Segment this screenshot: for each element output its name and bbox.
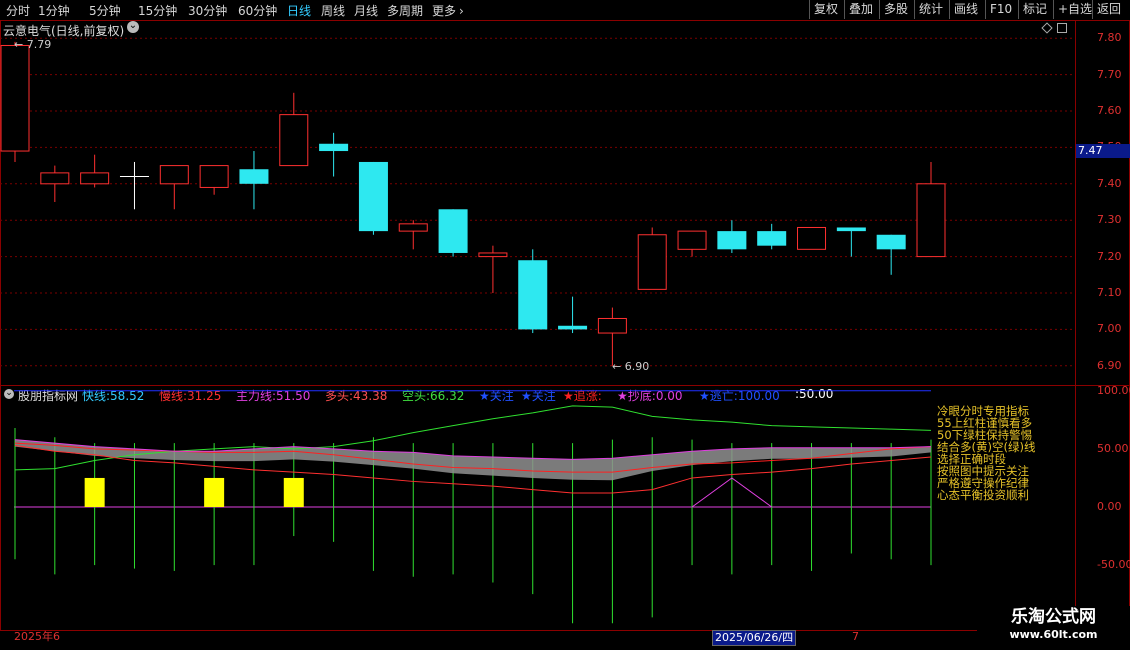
- high-price-value: 7.79: [26, 38, 52, 51]
- candle-body: [518, 260, 548, 330]
- low-price-label: ← 6.90: [612, 360, 650, 373]
- candle-body: [358, 161, 388, 232]
- candlestick-chart: [0, 37, 1074, 367]
- candle-body: [797, 226, 827, 250]
- start-date-label: 2025年6: [14, 630, 60, 643]
- candle-body: [438, 209, 468, 253]
- cursor-extra-label: 7: [852, 630, 859, 643]
- cursor-date-label: 2025/06/26/四: [712, 630, 797, 646]
- f10-button[interactable]: F10: [985, 0, 1016, 19]
- period-tab-more[interactable]: 更多 ›: [432, 2, 464, 19]
- indicator-chart: [14, 390, 932, 624]
- candle-body: [677, 230, 707, 250]
- overlay-button[interactable]: 叠加: [844, 0, 877, 19]
- candle-body: [558, 325, 588, 330]
- mark-button[interactable]: 标记: [1018, 0, 1051, 19]
- draw-line-button[interactable]: 画线: [949, 0, 982, 19]
- candle-body: [597, 317, 627, 334]
- high-price-label: ← 7.79: [14, 38, 52, 51]
- candle-body: [637, 234, 667, 290]
- low-price-value: 6.90: [624, 360, 650, 373]
- period-tab-15min[interactable]: 15分钟: [138, 2, 177, 19]
- candle-body: [876, 234, 906, 250]
- candle-body: [757, 231, 787, 246]
- candle-body: [239, 169, 269, 184]
- candle-body: [717, 231, 747, 250]
- candle-body: [836, 227, 866, 232]
- candle-body: [0, 44, 30, 152]
- indicator-tick-label: -50.00: [1097, 558, 1130, 572]
- period-tab-1min[interactable]: 1分钟: [38, 2, 70, 19]
- price-tick-label: 7.40: [1097, 176, 1122, 190]
- chevron-right-icon: ›: [459, 4, 464, 18]
- period-tab-30min[interactable]: 30分钟: [188, 2, 227, 19]
- candle-body: [916, 183, 946, 258]
- period-tab-daily[interactable]: 日线: [287, 2, 311, 19]
- stats-button[interactable]: 统计: [914, 0, 947, 19]
- period-tab-5min[interactable]: 5分钟: [89, 2, 121, 19]
- back-button[interactable]: 返回: [1092, 0, 1125, 19]
- period-tab-60min[interactable]: 60分钟: [238, 2, 277, 19]
- candle-body: [159, 165, 189, 185]
- candle-body: [319, 143, 349, 152]
- price-tick-label: 7.20: [1097, 249, 1122, 263]
- period-tab-fenshi[interactable]: 分时: [6, 2, 30, 19]
- add-watchlist-button[interactable]: +自选: [1053, 0, 1096, 19]
- indicator-tick-label: 0.00: [1097, 500, 1122, 513]
- adjust-button[interactable]: 复权: [809, 0, 842, 19]
- more-label: 更多: [432, 4, 457, 18]
- candle-body: [279, 114, 309, 167]
- period-tab-multi[interactable]: 多周期: [387, 2, 423, 19]
- price-tick-label: 7.30: [1097, 213, 1122, 227]
- yellow-signal-bar: [204, 477, 225, 507]
- ribbon-fill: [15, 439, 931, 481]
- watermark-name: 乐淘公式网: [1011, 607, 1096, 627]
- watermark: 乐淘公式网 www.60lt.com: [977, 606, 1130, 650]
- period-tab-weekly[interactable]: 周线: [321, 2, 345, 19]
- price-tick-label: 6.90: [1097, 358, 1122, 372]
- period-tab-monthly[interactable]: 月线: [354, 2, 378, 19]
- last-price-tag: 7.47: [1076, 144, 1130, 158]
- price-tick-label: 7.60: [1097, 104, 1122, 117]
- candle-body: [199, 165, 229, 188]
- indicator-tick-label: 100.00: [1097, 383, 1130, 397]
- period-toolbar: 分时 1分钟 5分钟 15分钟 30分钟 60分钟 日线 周线 月线 多周期 更…: [0, 0, 1130, 21]
- yellow-signal-bar: [283, 477, 304, 507]
- candle-body: [40, 172, 70, 185]
- note-line: 心态平衡投资顺利: [937, 488, 1029, 502]
- candle-body: [478, 252, 508, 258]
- watermark-url: www.60lt.com: [1009, 628, 1098, 641]
- candle-body: [398, 223, 428, 232]
- candle-body: [80, 172, 110, 185]
- price-tick-label: 7.00: [1097, 322, 1122, 336]
- indicator-tick-label: 50.00: [1097, 441, 1129, 455]
- multi-stock-button[interactable]: 多股: [879, 0, 912, 19]
- price-tick-label: 7.70: [1097, 67, 1122, 81]
- price-tick-label: 7.10: [1097, 286, 1122, 299]
- yellow-signal-bar: [84, 477, 105, 507]
- price-tick-label: 7.80: [1097, 31, 1122, 45]
